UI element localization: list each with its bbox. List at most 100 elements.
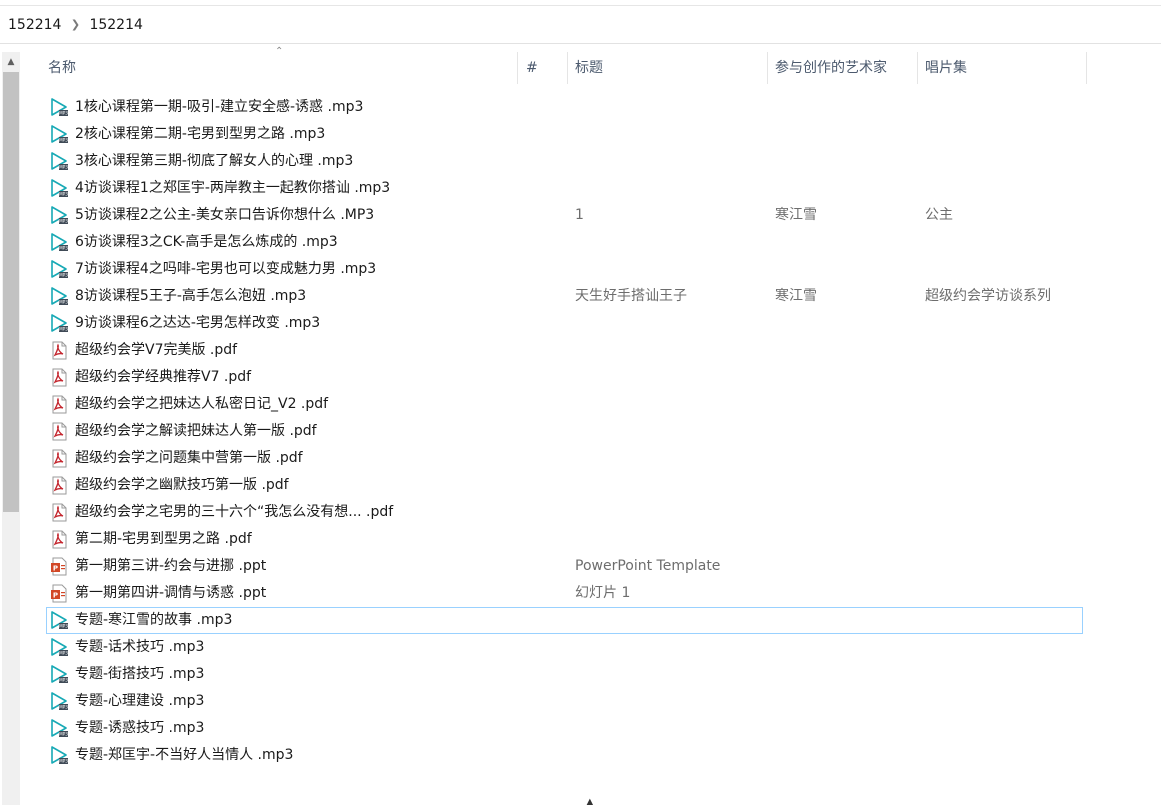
column-header-name[interactable]: 名称 [40,52,518,84]
file-album-cell: 公主 [925,207,953,223]
file-row[interactable]: MP3 4访谈课程1之郑匡宇-两岸教主一起教你搭讪 .mp3 [46,175,1083,202]
svg-text:MP3: MP3 [59,759,68,764]
svg-text:MP3: MP3 [59,165,68,170]
file-row[interactable]: MP3 8访谈课程5王子-高手怎么泡妞 .mp3 天生好手搭讪王子 寒江雪 超级约会学访… [46,283,1083,310]
file-name[interactable]: 超级约会学之问题集中营第一版 .pdf [75,445,303,472]
svg-text:MP3: MP3 [59,624,68,629]
file-name[interactable]: 超级约会学之解读把妹达人第一版 .pdf [75,418,317,445]
file-name[interactable]: 专题-寒江雪的故事 .mp3 [75,607,232,634]
powerpoint-file-icon: P [50,557,69,576]
file-artist-cell: 寒江雪 [775,288,817,304]
file-row[interactable]: MP3 7访谈课程4之吗啡-宅男也可以变成魅力男 .mp3 [46,256,1083,283]
file-row[interactable]: 超级约会学之宅男的三十六个“我怎么没有想... .pdf [46,499,1083,526]
file-row[interactable]: MP3 专题-诱惑技巧 .mp3 [46,715,1083,742]
file-name[interactable]: 3核心课程第三期-彻底了解女人的心理 .mp3 [75,148,353,175]
file-row[interactable]: P 第一期第三讲-约会与进挪 .ppt PowerPoint Template [46,553,1083,580]
file-row[interactable]: 超级约会学之解读把妹达人第一版 .pdf [46,418,1083,445]
file-name[interactable]: 超级约会学之把妹达人私密日记_V2 .pdf [75,391,328,418]
file-name[interactable]: 2核心课程第二期-宅男到型男之路 .mp3 [75,121,325,148]
audio-file-icon: MP3 [50,125,69,144]
audio-file-icon: MP3 [50,638,69,657]
file-name[interactable]: 专题-话术技巧 .mp3 [75,634,204,661]
svg-text:MP3: MP3 [59,138,68,143]
file-name[interactable]: 专题-诱惑技巧 .mp3 [75,715,204,742]
file-name[interactable]: 第一期第三讲-约会与进挪 .ppt [75,553,266,580]
svg-text:MP3: MP3 [59,219,68,224]
file-name[interactable]: 专题-郑匡宇-不当好人当情人 .mp3 [75,742,293,769]
mouse-cursor-icon: ▲ [586,797,594,805]
svg-text:MP3: MP3 [59,111,68,116]
svg-text:MP3: MP3 [59,651,68,656]
pdf-file-icon [50,503,69,522]
file-name[interactable]: 6访谈课程3之CK-高手是怎么炼成的 .mp3 [75,229,338,256]
audio-file-icon: MP3 [50,287,69,306]
file-row[interactable]: 超级约会学之把妹达人私密日记_V2 .pdf [46,391,1083,418]
vertical-scrollbar[interactable]: ▲ [2,52,20,805]
file-name[interactable]: 超级约会学之宅男的三十六个“我怎么没有想... .pdf [75,499,393,526]
svg-text:MP3: MP3 [59,246,68,251]
file-row[interactable]: MP3 9访谈课程6之达达-宅男怎样改变 .mp3 [46,310,1083,337]
svg-text:P: P [53,591,58,599]
scroll-up-arrow-icon[interactable]: ▲ [2,52,20,72]
file-name[interactable]: 5访谈课程2之公主-美女亲口告诉你想什么 .MP3 [75,202,374,229]
file-name[interactable]: 1核心课程第一期-吸引-建立安全感-诱惑 .mp3 [75,94,363,121]
file-row[interactable]: P 第一期第四讲-调情与诱惑 .ppt 幻灯片 1 [46,580,1083,607]
column-header-album[interactable]: 唱片集 [917,52,1087,84]
file-row[interactable]: MP3 3核心课程第三期-彻底了解女人的心理 .mp3 [46,148,1083,175]
file-row[interactable]: MP3 1核心课程第一期-吸引-建立安全感-诱惑 .mp3 [46,94,1083,121]
audio-file-icon: MP3 [50,719,69,738]
file-row[interactable]: 超级约会学V7完美版 .pdf [46,337,1083,364]
column-header-title[interactable]: 标题 [567,52,767,84]
pdf-file-icon [50,530,69,549]
pdf-file-icon [50,476,69,495]
file-name[interactable]: 9访谈课程6之达达-宅男怎样改变 .mp3 [75,310,320,337]
audio-file-icon: MP3 [50,746,69,765]
file-row[interactable]: 第二期-宅男到型男之路 .pdf [46,526,1083,553]
file-row[interactable]: MP3 专题-寒江雪的故事 .mp3 [46,607,1083,634]
file-name[interactable]: 7访谈课程4之吗啡-宅男也可以变成魅力男 .mp3 [75,256,376,283]
svg-text:MP3: MP3 [59,300,68,305]
scrollbar-thumb[interactable] [3,72,19,512]
file-album-cell: 超级约会学访谈系列 [925,288,1051,304]
audio-file-icon: MP3 [50,206,69,225]
column-divider[interactable] [1086,52,1087,84]
breadcrumb-item[interactable]: 152214 [8,17,61,33]
breadcrumb-item[interactable]: 152214 [89,17,142,33]
file-row[interactable]: MP3 专题-街搭技巧 .mp3 [46,661,1083,688]
file-name[interactable]: 第二期-宅男到型男之路 .pdf [75,526,252,553]
file-name[interactable]: 8访谈课程5王子-高手怎么泡妞 .mp3 [75,283,306,310]
file-row[interactable]: MP3 专题-郑匡宇-不当好人当情人 .mp3 [46,742,1083,769]
file-title-cell: PowerPoint Template [575,558,721,574]
file-title-cell: 天生好手搭讪王子 [575,288,687,304]
file-list: MP3 1核心课程第一期-吸引-建立安全感-诱惑 .mp3 MP3 2核心课程第二期-… [46,94,1086,769]
file-name[interactable]: 超级约会学V7完美版 .pdf [75,337,237,364]
file-row[interactable]: 超级约会学经典推荐V7 .pdf [46,364,1083,391]
column-header-number[interactable]: # [518,52,568,84]
file-row[interactable]: MP3 专题-心理建设 .mp3 [46,688,1083,715]
file-row[interactable]: MP3 2核心课程第二期-宅男到型男之路 .mp3 [46,121,1083,148]
audio-file-icon: MP3 [50,233,69,252]
file-name[interactable]: 超级约会学之幽默技巧第一版 .pdf [75,472,289,499]
file-row[interactable]: MP3 专题-话术技巧 .mp3 [46,634,1083,661]
powerpoint-file-icon: P [50,584,69,603]
file-title-cell: 幻灯片 1 [575,585,631,601]
file-row[interactable]: MP3 5访谈课程2之公主-美女亲口告诉你想什么 .MP3 1 寒江雪 公主 [46,202,1083,229]
file-name[interactable]: 4访谈课程1之郑匡宇-两岸教主一起教你搭讪 .mp3 [75,175,390,202]
audio-file-icon: MP3 [50,152,69,171]
audio-file-icon: MP3 [50,665,69,684]
file-name[interactable]: 专题-街搭技巧 .mp3 [75,661,204,688]
file-row[interactable]: 超级约会学之幽默技巧第一版 .pdf [46,472,1083,499]
file-row[interactable]: 超级约会学之问题集中营第一版 .pdf [46,445,1083,472]
audio-file-icon: MP3 [50,314,69,333]
file-name[interactable]: 专题-心理建设 .mp3 [75,688,204,715]
file-title-cell: 1 [575,207,584,223]
file-row[interactable]: MP3 6访谈课程3之CK-高手是怎么炼成的 .mp3 [46,229,1083,256]
svg-text:MP3: MP3 [59,732,68,737]
file-name[interactable]: 超级约会学经典推荐V7 .pdf [75,364,251,391]
file-name[interactable]: 第一期第四讲-调情与诱惑 .ppt [75,580,266,607]
column-header-artists[interactable]: 参与创作的艺术家 [767,52,917,84]
chevron-right-icon[interactable]: ❯ [67,18,83,31]
pdf-file-icon [50,341,69,360]
svg-text:MP3: MP3 [59,327,68,332]
svg-text:MP3: MP3 [59,192,68,197]
